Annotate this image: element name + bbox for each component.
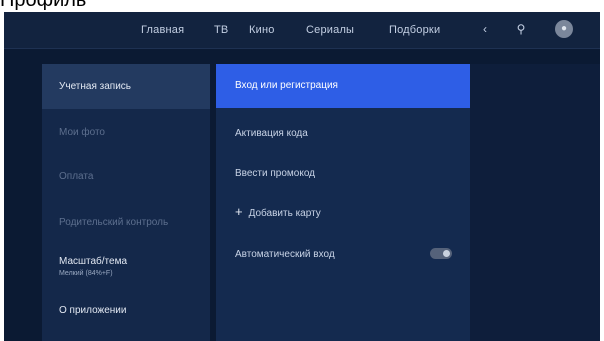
settings-sidebar: Учетная запись Мои фото Оплата Родительс… [42,64,210,341]
search-icon[interactable]: ⚲ [513,21,529,37]
share-icon[interactable]: ‹ [477,21,493,37]
auto-login-toggle[interactable] [430,248,452,259]
menu-item-add-card[interactable]: + Добавить карту [216,204,470,219]
top-navigation-bar: Главная ТВ Кино Сериалы Подборки ‹ ⚲ ● [4,12,600,49]
nav-item-series[interactable]: Сериалы [306,24,354,36]
toggle-knob [443,250,450,257]
sidebar-item-scale-theme[interactable]: Масштаб/тема Мелкий (84%+F) [42,256,210,277]
nav-item-home[interactable]: Главная [141,24,184,36]
nav-item-tv[interactable]: ТВ [214,24,228,36]
sidebar-item-label: Масштаб/тема [59,256,128,267]
empty-side-area [470,64,600,341]
menu-item-label: Добавить карту [248,208,321,219]
sidebar-item-account[interactable]: Учетная запись [42,64,210,109]
sidebar-item-payment[interactable]: Оплата [42,171,210,182]
tv-app-screen: Главная ТВ Кино Сериалы Подборки ‹ ⚲ ● У… [4,12,600,341]
page-title: Профиль [0,0,87,11]
sidebar-item-parental-control[interactable]: Родительский контроль [42,217,210,228]
sidebar-item-photos[interactable]: Мои фото [42,127,210,138]
nav-item-collections[interactable]: Подборки [389,24,440,36]
menu-item-promo-code[interactable]: Ввести промокод [216,168,470,179]
menu-item-activate-code[interactable]: Активация кода [216,128,470,139]
menu-item-login[interactable]: Вход или регистрация [216,64,470,108]
sidebar-item-sub: Мелкий (84%+F) [59,270,113,277]
sidebar-item-about[interactable]: О приложении [42,305,210,316]
plus-icon: + [235,204,243,219]
account-menu: Вход или регистрация Активация кода Ввес… [216,64,470,341]
nav-item-movies[interactable]: Кино [249,24,275,36]
menu-item-auto-login[interactable]: Автоматический вход [216,248,470,260]
avatar-icon[interactable]: ● [555,20,573,38]
menu-item-label: Автоматический вход [235,249,335,260]
